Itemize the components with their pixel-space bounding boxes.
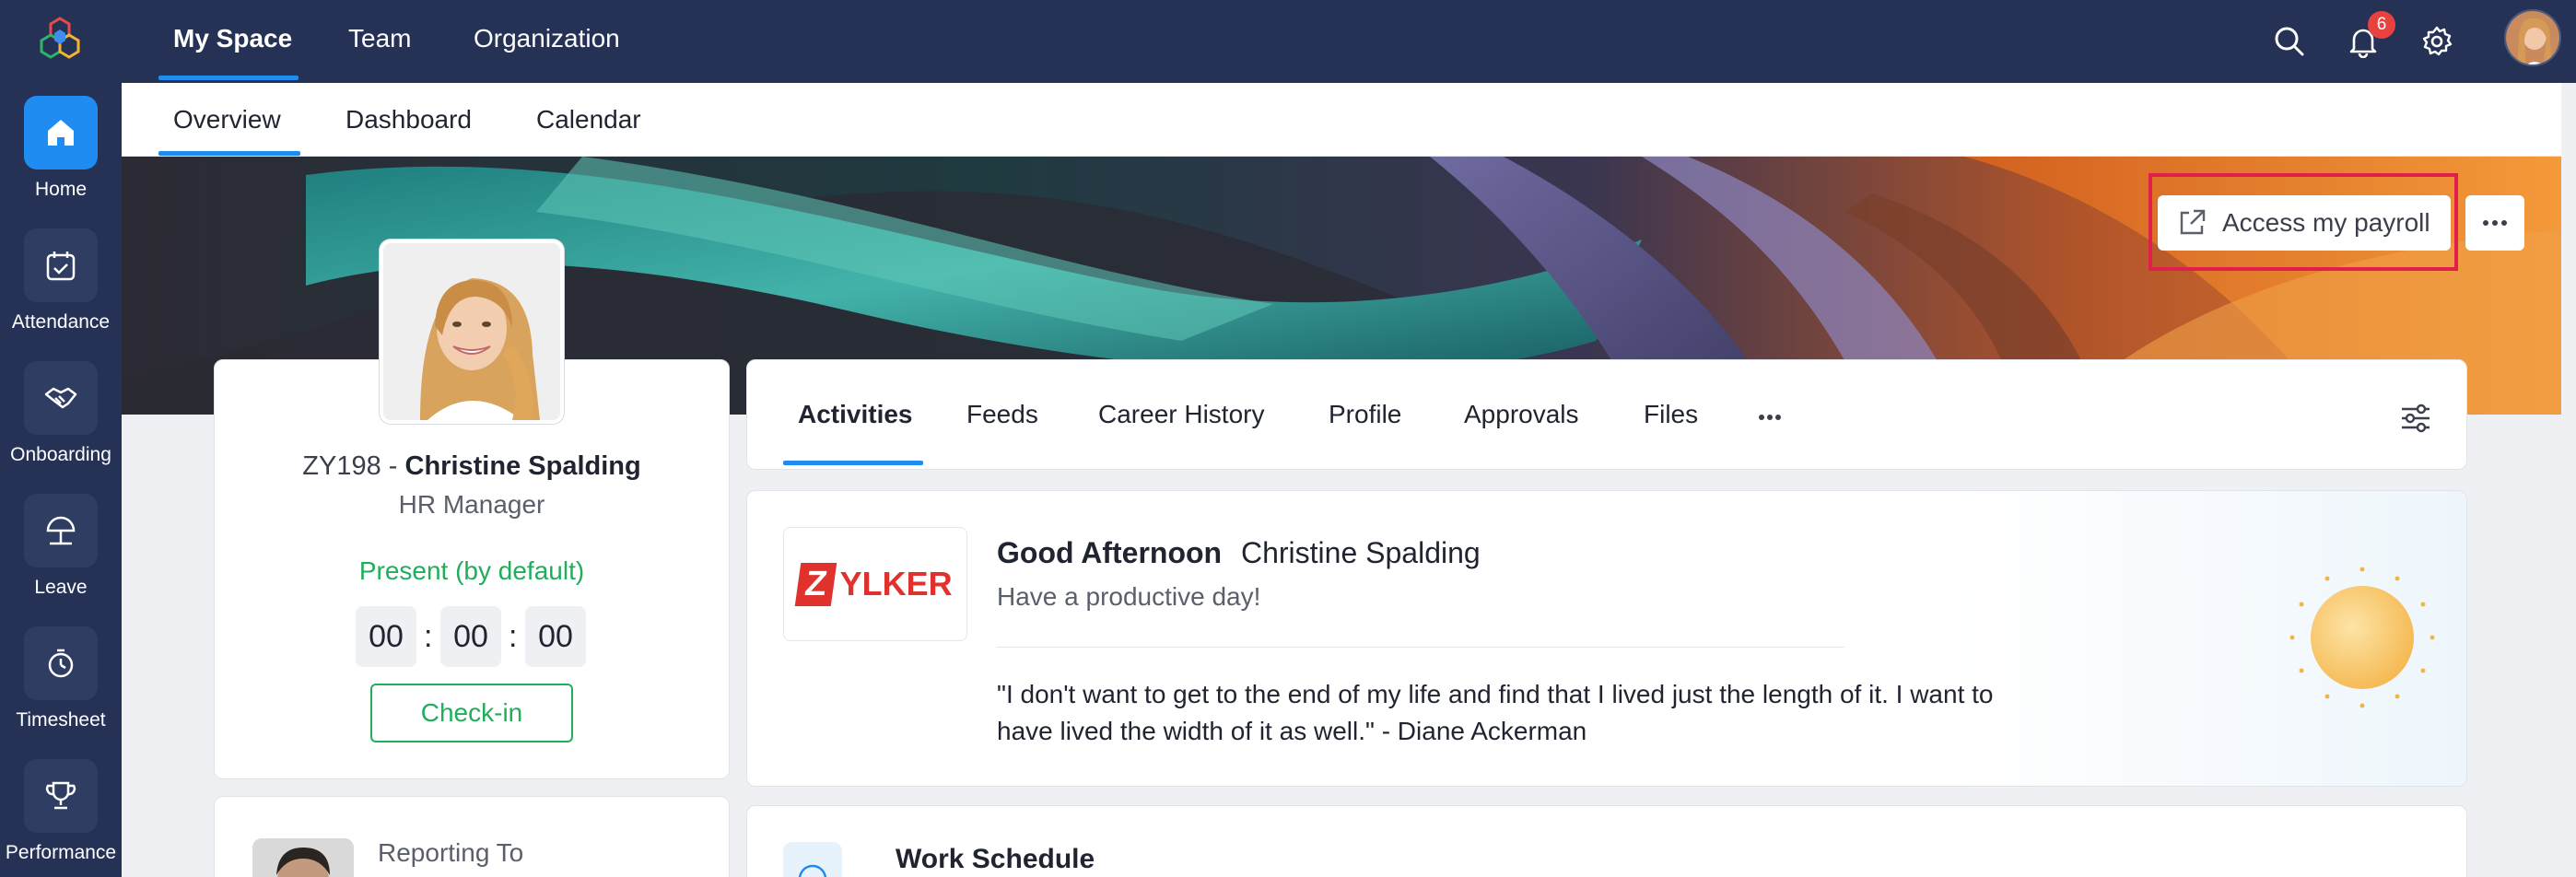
trophy-icon xyxy=(24,759,98,833)
greeting-heading: Good Afternoon Christine Spalding xyxy=(997,536,1481,570)
company-logo: Z YLKER xyxy=(783,527,967,641)
tab-team[interactable]: Team xyxy=(348,0,411,83)
left-rail: Home Attendance Onboarding Leave Timeshe… xyxy=(0,0,122,877)
manager-photo xyxy=(252,838,354,877)
reporting-to-label: Reporting To xyxy=(378,838,524,867)
timer-minutes: 00 xyxy=(440,606,501,667)
rail-label-onboarding: Onboarding xyxy=(10,444,111,465)
timer-hours: 00 xyxy=(356,606,416,667)
employee-id: ZY198 - xyxy=(302,451,398,481)
quote-line-2: have lived the width of it as well." - D… xyxy=(997,717,1587,745)
sun-illustration xyxy=(2279,562,2445,723)
active-activity-tab-indicator xyxy=(783,461,923,465)
rail-item-performance[interactable]: Performance xyxy=(0,759,122,877)
tab-activities[interactable]: Activities xyxy=(798,400,913,429)
top-nav: My Space Team Organization 6 xyxy=(122,0,2576,83)
check-in-button[interactable]: Check-in xyxy=(370,684,573,743)
tab-overview[interactable]: Overview xyxy=(173,83,281,157)
stopwatch-icon xyxy=(24,626,98,700)
rail-item-leave[interactable]: Leave xyxy=(0,494,122,623)
timer-separator: : xyxy=(509,619,518,654)
timer-separator: : xyxy=(424,619,433,654)
tab-feeds[interactable]: Feeds xyxy=(966,400,1038,429)
tab-profile[interactable]: Profile xyxy=(1329,400,1401,429)
more-tabs-icon[interactable] xyxy=(1758,409,1782,426)
rail-label-home: Home xyxy=(34,179,88,200)
search-icon[interactable] xyxy=(2266,18,2313,64)
tab-my-space[interactable]: My Space xyxy=(173,0,292,83)
timer-seconds: 00 xyxy=(525,606,586,667)
app-logo[interactable] xyxy=(35,15,85,64)
tab-career-history[interactable]: Career History xyxy=(1098,400,1264,429)
tab-organization[interactable]: Organization xyxy=(474,0,620,83)
banner-more-button[interactable] xyxy=(2465,195,2524,251)
handshake-icon xyxy=(24,361,98,435)
logo-text: YLKER xyxy=(839,565,953,602)
rail-label-timesheet: Timesheet xyxy=(16,709,106,731)
rail-item-timesheet[interactable]: Timesheet xyxy=(0,626,122,755)
rail-label-leave: Leave xyxy=(34,577,88,598)
settings-gear-icon[interactable] xyxy=(2414,18,2460,64)
work-schedule-title: Work Schedule xyxy=(896,844,1095,874)
payroll-highlight-box xyxy=(2149,173,2458,271)
rail-item-onboarding[interactable]: Onboarding xyxy=(0,361,122,490)
calendar-check-icon xyxy=(24,228,98,302)
rail-label-attendance: Attendance xyxy=(11,311,111,333)
employee-name: Christine Spalding xyxy=(404,451,641,481)
tab-dashboard[interactable]: Dashboard xyxy=(345,83,472,157)
greeting-subtitle: Have a productive day! xyxy=(997,582,1261,611)
rail-item-attendance[interactable]: Attendance xyxy=(0,228,122,357)
active-subtab-indicator xyxy=(158,151,300,156)
greeting-salutation: Good Afternoon xyxy=(997,536,1223,569)
profile-photo xyxy=(380,240,564,424)
rail-item-home[interactable]: Home xyxy=(0,96,122,225)
employee-id-name: ZY198 - Christine Spalding xyxy=(214,451,730,482)
user-avatar[interactable] xyxy=(2504,9,2561,66)
notification-bell-icon[interactable]: 6 xyxy=(2340,11,2395,64)
home-icon xyxy=(24,96,98,170)
active-tab-indicator xyxy=(158,76,299,80)
quote-line-1: "I don't want to get to the end of my li… xyxy=(997,680,1994,708)
clock-icon xyxy=(783,842,842,877)
notification-badge: 6 xyxy=(2368,11,2395,39)
presence-status: Present (by default) xyxy=(358,556,585,585)
more-options-icon xyxy=(2483,220,2507,226)
greeting-name: Christine Spalding xyxy=(1240,536,1481,569)
sub-nav: Overview Dashboard Calendar xyxy=(122,83,2561,157)
rail-label-performance: Performance xyxy=(5,842,117,863)
divider xyxy=(997,647,1844,648)
tab-approvals[interactable]: Approvals xyxy=(1464,400,1579,429)
logo-letter: Z xyxy=(795,562,837,606)
tab-calendar[interactable]: Calendar xyxy=(536,83,641,157)
beach-umbrella-icon xyxy=(24,494,98,567)
employee-role: HR Manager xyxy=(398,490,545,519)
tab-files[interactable]: Files xyxy=(1644,400,1698,429)
filter-sliders-icon[interactable] xyxy=(2399,402,2432,439)
